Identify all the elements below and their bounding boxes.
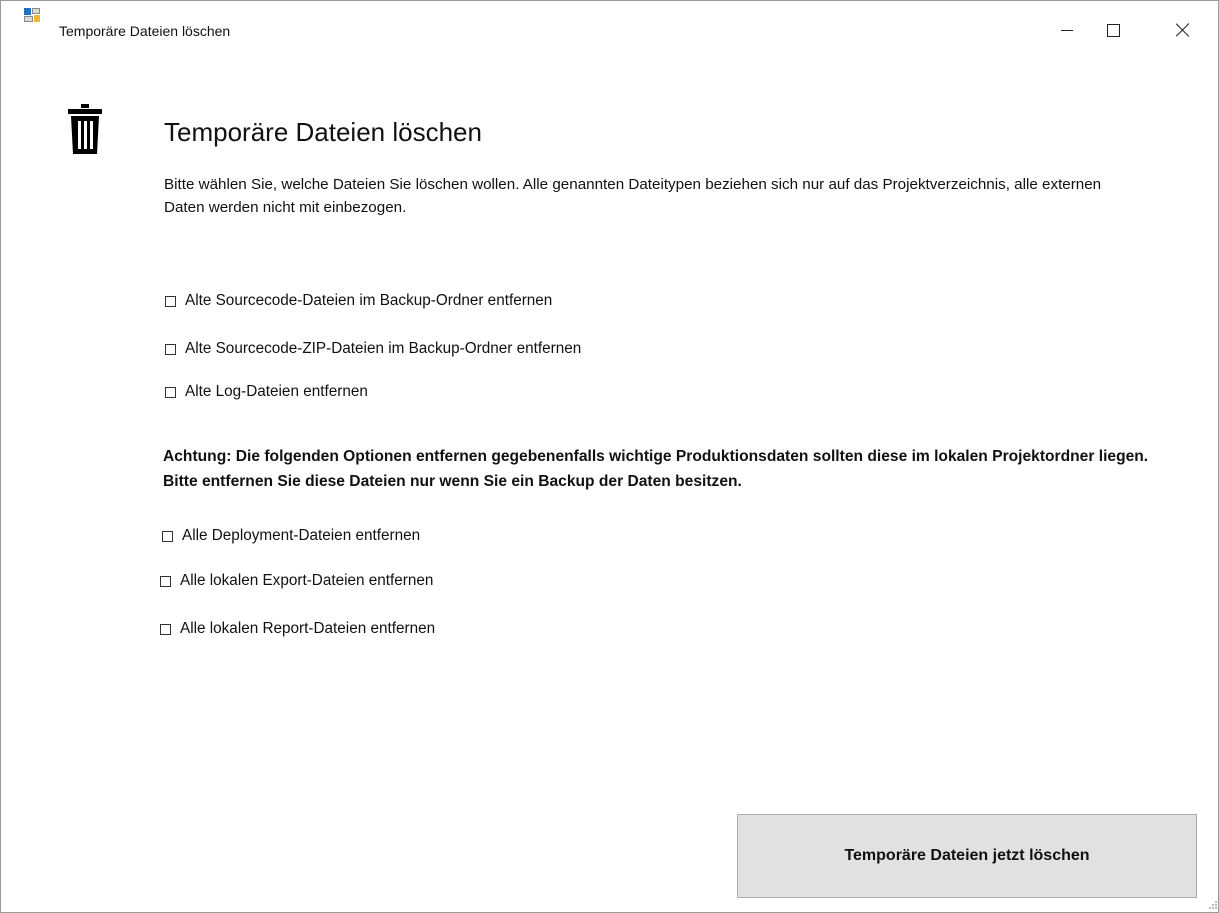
- checkbox[interactable]: [165, 343, 176, 355]
- page-title: Temporäre Dateien löschen: [164, 117, 482, 147]
- close-button[interactable]: [1160, 15, 1206, 45]
- resize-grip[interactable]: [1208, 900, 1218, 910]
- dialog-window: Temporäre Dateien löschen Temporäre Date…: [0, 0, 1219, 913]
- delete-temp-files-button[interactable]: Temporäre Dateien jetzt löschen: [737, 814, 1197, 898]
- checkbox-label: Alle lokalen Export-Dateien entfernen: [180, 572, 434, 589]
- title-bar[interactable]: Temporäre Dateien löschen: [1, 1, 1218, 39]
- checkbox[interactable]: [165, 295, 176, 307]
- checkbox-label: Alte Sourcecode-Dateien im Backup-Ordner…: [185, 292, 553, 309]
- checkbox[interactable]: [160, 575, 171, 587]
- checkbox-export-files[interactable]: Alle lokalen Export-Dateien entfernen: [160, 572, 433, 590]
- maximize-icon: [1106, 23, 1120, 37]
- checkbox[interactable]: [165, 386, 176, 398]
- checkbox-log-files[interactable]: Alte Log-Dateien entfernen: [165, 383, 368, 401]
- description-text: Bitte wählen Sie, welche Dateien Sie lös…: [164, 176, 1102, 216]
- close-icon: [1176, 23, 1190, 37]
- checkbox-label: Alle Deployment-Dateien entfernen: [182, 527, 421, 544]
- warning-text: Achtung: Die folgenden Optionen entferne…: [163, 448, 1149, 490]
- checkbox-sourcecode-zip-files[interactable]: Alte Sourcecode-ZIP-Dateien im Backup-Or…: [165, 340, 581, 358]
- maximize-button[interactable]: [1090, 15, 1136, 45]
- checkbox-report-files[interactable]: Alle lokalen Report-Dateien entfernen: [160, 620, 435, 638]
- checkbox-label: Alte Log-Dateien entfernen: [185, 383, 368, 400]
- trash-icon: [68, 104, 102, 154]
- app-icon: [24, 8, 40, 24]
- checkbox-deployment-files[interactable]: Alle Deployment-Dateien entfernen: [162, 527, 420, 545]
- checkbox[interactable]: [160, 623, 171, 635]
- checkbox-label: Alle lokalen Report-Dateien entfernen: [180, 620, 436, 637]
- checkbox-sourcecode-files[interactable]: Alte Sourcecode-Dateien im Backup-Ordner…: [165, 292, 552, 310]
- minimize-button[interactable]: [1044, 15, 1090, 45]
- checkbox-label: Alte Sourcecode-ZIP-Dateien im Backup-Or…: [185, 340, 582, 357]
- minimize-icon: [1061, 29, 1073, 31]
- window-title: Temporäre Dateien löschen: [59, 23, 231, 39]
- checkbox[interactable]: [162, 530, 173, 542]
